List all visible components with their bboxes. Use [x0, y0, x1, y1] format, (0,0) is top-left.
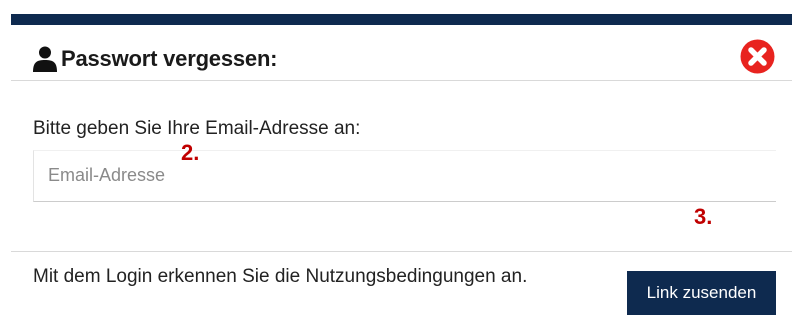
close-icon[interactable]	[740, 39, 775, 74]
email-label: Bitte geben Sie Ihre Email-Adresse an:	[33, 118, 361, 139]
annotation-marker-2: 2.	[181, 140, 200, 165]
annotation-marker-3: 3.	[694, 204, 713, 229]
terms-notice: Mit dem Login erkennen Sie die Nutzungsb…	[33, 266, 528, 287]
dialog-footer: Mit dem Login erkennen Sie die Nutzungsb…	[11, 251, 792, 325]
forgot-password-dialog: Passwort vergessen: Bitte geben Sie Ihre…	[11, 25, 792, 324]
email-field[interactable]	[48, 165, 193, 186]
send-link-button[interactable]: Link zusenden	[627, 271, 776, 315]
dialog-body: Bitte geben Sie Ihre Email-Adresse an:	[11, 81, 792, 251]
user-icon	[33, 46, 57, 72]
dialog-title: Passwort vergessen:	[61, 46, 278, 71]
email-field-wrapper[interactable]	[33, 150, 776, 202]
top-accent-bar	[11, 14, 792, 25]
dialog-header: Passwort vergessen:	[11, 25, 792, 81]
